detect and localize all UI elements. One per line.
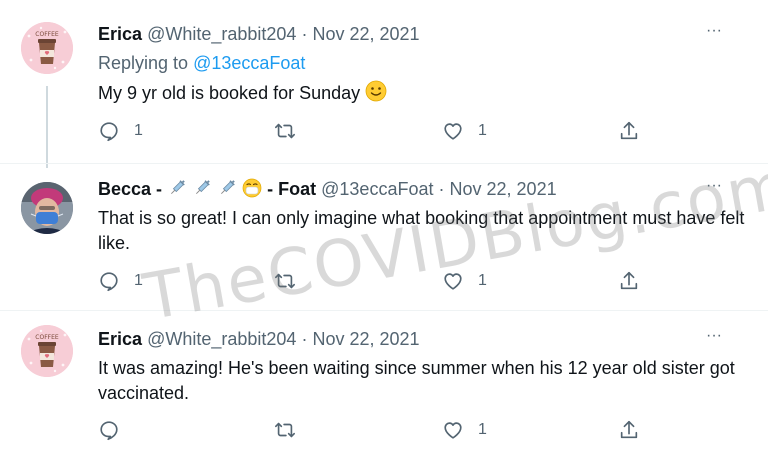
separator-dot: · [301,329,308,349]
tweet-text-content: My 9 yr old is booked for Sunday [98,83,361,103]
avatar[interactable]: COFFEE [21,325,73,377]
like-count: 1 [478,122,487,139]
face-with-mask-icon [242,178,262,198]
timestamp[interactable]: Nov 22, 2021 [312,329,419,349]
like-button[interactable]: 1 [442,270,487,292]
tweet-3[interactable]: COFFEE Erica @White_rabbit204 · Nov 22, … [0,311,768,457]
slightly-smiling-face-icon [365,80,387,102]
share-button[interactable] [618,270,640,292]
heart-icon [444,422,462,439]
separator-dot: · [301,24,308,44]
heart-icon [444,123,462,140]
tweet-2[interactable]: Becca - - Foat @13eccaFoat · Nov 22, 202… [0,164,768,309]
reply-button[interactable] [98,419,134,441]
replying-to-handle[interactable]: @13eccaFoat [193,53,305,73]
avatar[interactable]: COFFEE [21,22,73,74]
author-name-start[interactable]: Becca - [98,179,162,199]
like-count: 1 [478,421,487,438]
like-button[interactable]: 1 [442,120,487,142]
author-name[interactable]: Erica [98,329,142,349]
replying-to-label: Replying to [98,53,189,73]
author-handle[interactable]: @White_rabbit204 [147,329,296,349]
reply-count: 1 [134,122,143,139]
author-name-end[interactable]: - Foat [267,179,316,199]
share-icon [620,420,638,439]
more-options-button[interactable]: ··· [706,327,722,345]
tweet-text: My 9 yr old is booked for Sunday [98,80,748,106]
tweet-text: That is so great! I can only imagine wha… [98,208,745,253]
more-options-button[interactable]: ··· [706,22,722,40]
share-icon [620,121,638,140]
retweet-button[interactable] [274,419,296,441]
reply-icon [100,421,118,441]
retweet-button[interactable] [274,120,296,142]
author-handle[interactable]: @13eccaFoat [321,179,433,199]
timestamp[interactable]: Nov 22, 2021 [312,24,419,44]
coffee-cup-icon: COFFEE [21,325,73,377]
reply-button[interactable]: 1 [98,120,143,142]
share-button[interactable] [618,120,640,142]
coffee-cup-icon: COFFEE [21,22,73,74]
retweet-icon [275,123,295,139]
timestamp[interactable]: Nov 22, 2021 [450,179,557,199]
separator-dot: · [438,179,445,199]
author-handle[interactable]: @White_rabbit204 [147,24,296,44]
tweet-1[interactable]: COFFEE Erica @White_rabbit204 · Nov 22, … [0,0,768,160]
share-icon [620,271,638,290]
avatar[interactable] [21,182,73,234]
reply-icon [100,272,118,292]
reply-button[interactable]: 1 [98,270,143,292]
author-name[interactable]: Erica [98,24,142,44]
tweet-text: It was amazing! He's been waiting since … [98,358,735,403]
more-options-button[interactable]: ··· [706,177,722,195]
reply-count: 1 [134,272,143,289]
share-button[interactable] [618,419,640,441]
svg-text:COFFEE: COFFEE [35,334,59,341]
reply-icon [100,122,118,142]
replying-to: Replying to @13eccaFoat [98,51,748,75]
user-photo-icon [21,182,73,234]
like-count: 1 [478,272,487,289]
like-button[interactable]: 1 [442,419,487,441]
retweet-button[interactable] [274,270,296,292]
syringe-icon [221,180,235,194]
heart-icon [444,273,462,290]
svg-text:COFFEE: COFFEE [35,31,59,38]
syringe-icon [196,180,210,194]
retweet-icon [275,422,295,438]
syringe-icon [171,180,185,194]
retweet-icon [275,273,295,289]
